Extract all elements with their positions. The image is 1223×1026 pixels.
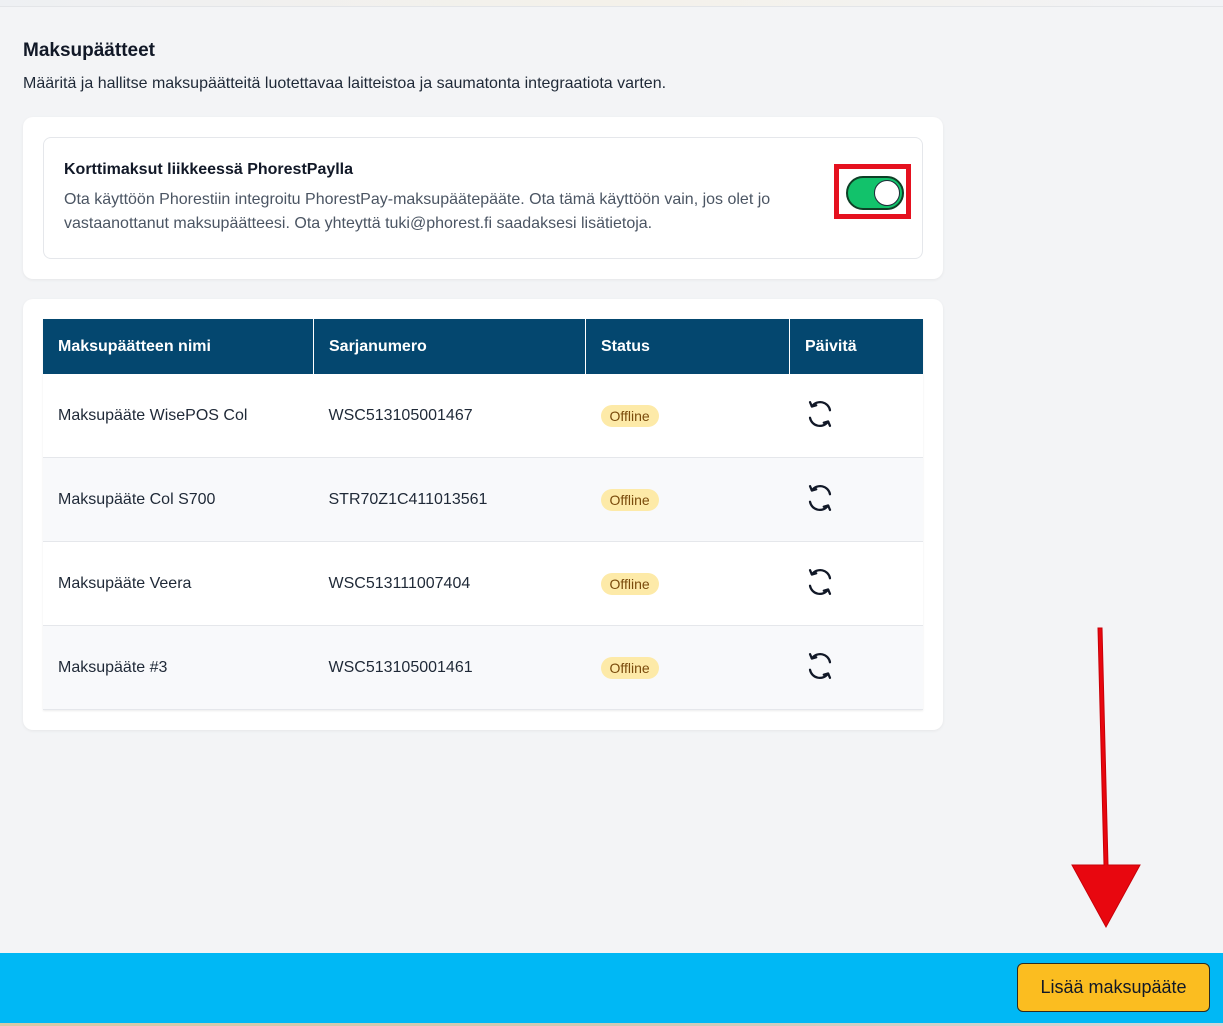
refresh-cell — [789, 457, 923, 542]
table-header-row: Maksupäätteen nimi Sarjanumero Status Pä… — [43, 319, 923, 374]
page-subtitle: Määritä ja hallitse maksupäätteitä luote… — [23, 75, 667, 92]
status-cell: Offline — [585, 457, 790, 542]
refresh-cell — [789, 625, 923, 710]
status-cell: Offline — [585, 625, 790, 710]
terminal-name: Maksupääte Veera — [43, 541, 314, 626]
table-row: Maksupääte Veera WSC513111007404 Offline — [43, 541, 923, 626]
top-strip — [0, 0, 1223, 7]
terminal-serial: WSC513105001461 — [313, 625, 586, 710]
terminal-serial: WSC513111007404 — [313, 541, 586, 626]
add-terminal-button[interactable]: Lisää maksupääte — [1017, 963, 1210, 1012]
table-row: Maksupääte Col S700 STR70Z1C411013561 Of… — [43, 457, 923, 542]
page-title: Maksupäätteet — [23, 40, 155, 61]
terminals-card: Maksupäätteen nimi Sarjanumero Status Pä… — [23, 299, 943, 730]
status-badge: Offline — [600, 404, 659, 427]
status-cell: Offline — [585, 541, 790, 626]
terminal-serial: WSC513105001467 — [313, 374, 586, 458]
column-header-serial: Sarjanumero — [313, 319, 586, 374]
terminal-name: Maksupääte WisePOS Col — [43, 374, 314, 458]
refresh-icon[interactable] — [805, 399, 835, 429]
status-cell: Offline — [585, 374, 790, 458]
refresh-cell — [789, 541, 923, 626]
refresh-icon[interactable] — [805, 483, 835, 513]
phorestpay-settings-card: Korttimaksut liikkeessä PhorestPaylla Ot… — [23, 117, 943, 279]
refresh-cell — [789, 374, 923, 458]
terminal-serial: STR70Z1C411013561 — [313, 457, 586, 542]
refresh-icon[interactable] — [805, 567, 835, 597]
phorestpay-toggle-description: Ota käyttöön Phorestiin integroitu Phore… — [64, 191, 771, 232]
table-row: Maksupääte #3 WSC513105001461 Offline — [43, 625, 923, 710]
phorestpay-toggle-panel: Korttimaksut liikkeessä PhorestPaylla Ot… — [43, 137, 923, 259]
status-badge: Offline — [600, 572, 659, 595]
column-header-name: Maksupäätteen nimi — [43, 319, 314, 374]
status-badge: Offline — [600, 488, 659, 511]
table-row: Maksupääte WisePOS Col WSC513105001467 O… — [43, 374, 923, 458]
phorestpay-toggle-title: Korttimaksut liikkeessä PhorestPaylla — [64, 161, 354, 178]
toggle-knob — [874, 180, 900, 206]
refresh-icon[interactable] — [805, 651, 835, 681]
arrow-down-icon — [1071, 627, 1141, 929]
terminals-table: Maksupäätteen nimi Sarjanumero Status Pä… — [43, 319, 923, 710]
status-badge: Offline — [600, 656, 659, 679]
column-header-refresh: Päivitä — [789, 319, 923, 374]
terminal-name: Maksupääte Col S700 — [43, 457, 314, 542]
column-header-status: Status — [585, 319, 790, 374]
terminal-name: Maksupääte #3 — [43, 625, 314, 710]
phorestpay-toggle-switch[interactable] — [846, 176, 904, 210]
